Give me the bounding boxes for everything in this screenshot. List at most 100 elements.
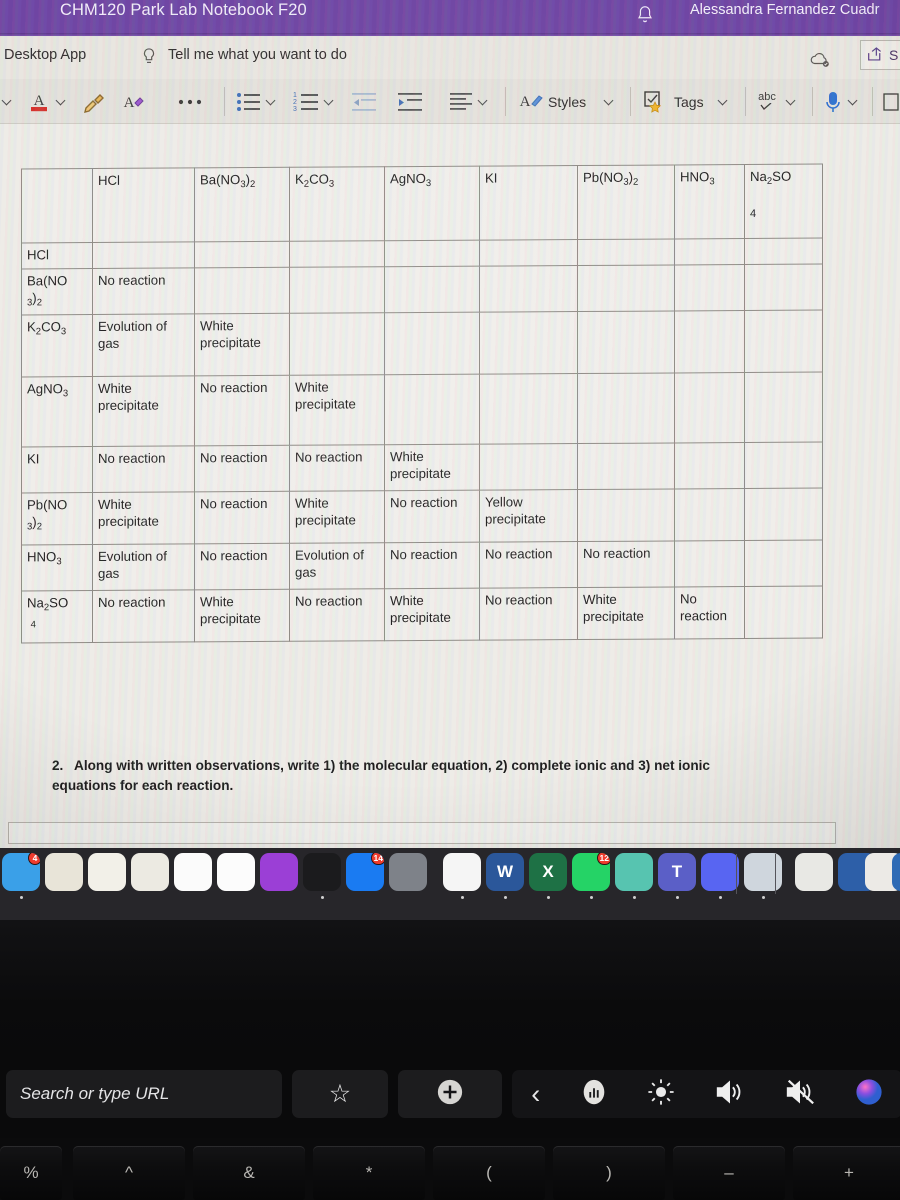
table-cell-empty[interactable] (674, 540, 745, 587)
font-size-dropdown-chevron[interactable] (2, 79, 13, 124)
table-cell-observation[interactable]: White precipitate (92, 375, 195, 447)
touchbar-url-field[interactable]: Search or type URL (6, 1070, 282, 1118)
numbered-list-chevron[interactable] (324, 79, 335, 124)
share-button[interactable]: S (860, 40, 900, 70)
table-cell-observation[interactable]: No reaction (92, 267, 195, 315)
more-commands-button[interactable] (175, 79, 205, 124)
keyboard-key[interactable]: ^ (73, 1146, 185, 1200)
format-painter-icon[interactable] (82, 79, 106, 124)
table-cell-observation[interactable]: No reaction (92, 589, 195, 643)
table-cell-observation[interactable]: No reaction (674, 586, 745, 639)
dock-item-keynote-document[interactable] (45, 853, 83, 891)
table-cell-empty[interactable] (744, 586, 823, 639)
table-cell-observation[interactable]: Evolution of gas (92, 313, 195, 377)
table-cell-observation[interactable]: Yellow precipitate (479, 489, 578, 543)
touchbar-control-strip[interactable]: ‹ (512, 1070, 900, 1118)
table-cell-empty[interactable] (744, 310, 823, 373)
dock-item-chrome[interactable] (443, 853, 481, 891)
dock-item-keynote[interactable] (131, 853, 169, 891)
table-cell-empty[interactable] (744, 442, 823, 489)
table-cell-empty[interactable] (384, 374, 480, 445)
table-cell-observation[interactable]: White precipitate (384, 588, 480, 641)
table-cell-empty[interactable] (479, 311, 578, 375)
table-cell-observation[interactable]: No reaction (194, 445, 290, 492)
abc-spellcheck-icon[interactable]: abc (758, 79, 776, 124)
table-cell-empty[interactable] (674, 310, 745, 373)
bullet-list-chevron[interactable] (266, 79, 277, 124)
user-account-name[interactable]: Alessandra Fernandez Cuadr (690, 2, 879, 18)
table-cell-empty[interactable] (577, 238, 675, 266)
font-color-button[interactable]: A (28, 79, 50, 124)
table-cell-observation[interactable]: No reaction (194, 543, 290, 590)
speaker-on-icon[interactable] (714, 1077, 746, 1112)
dock-item-apple-tv[interactable] (303, 853, 341, 891)
keyboard-key[interactable]: ) (553, 1146, 665, 1200)
chevron-left-icon[interactable]: ‹ (531, 1079, 540, 1110)
clear-formatting-icon[interactable]: A (120, 79, 146, 124)
spelling-chevron[interactable] (786, 79, 797, 124)
increase-indent-icon[interactable] (398, 79, 424, 124)
align-chevron[interactable] (478, 79, 489, 124)
table-cell-observation[interactable]: White precipitate (289, 374, 385, 446)
table-cell-empty[interactable] (744, 238, 823, 265)
keyboard-key[interactable]: – (673, 1146, 785, 1200)
table-cell-empty[interactable] (479, 265, 578, 313)
microphone-icon[interactable] (824, 79, 842, 124)
tags-chevron[interactable] (718, 79, 729, 124)
table-cell-empty[interactable] (674, 488, 745, 541)
dock-item-microsoft-teams[interactable]: T (658, 853, 696, 891)
table-cell-empty[interactable] (384, 312, 480, 375)
dock-item-discord[interactable] (701, 853, 739, 891)
table-cell-observation[interactable]: White precipitate (384, 444, 480, 491)
table-cell-empty[interactable] (479, 239, 578, 267)
table-cell-empty[interactable] (744, 488, 823, 541)
siri-waveform-icon[interactable] (579, 1077, 609, 1112)
table-cell-empty[interactable] (194, 241, 290, 268)
table-cell-empty[interactable] (577, 310, 675, 374)
table-cell-empty[interactable] (744, 540, 823, 587)
styles-chevron[interactable] (604, 79, 615, 124)
table-cell-observation[interactable]: No reaction (194, 491, 290, 544)
dock-item-numbers[interactable] (88, 853, 126, 891)
table-cell-empty[interactable] (194, 267, 290, 314)
table-cell-empty[interactable] (384, 240, 480, 267)
reaction-matrix-table[interactable]: HCl Ba(NO3)2 K2CO3 AgNO3 KI Pb(NO3)2 HNO3 Na2SO… (21, 163, 823, 644)
table-cell-empty[interactable] (577, 442, 675, 490)
table-cell-observation[interactable]: No reaction (479, 587, 578, 641)
bulleted-list-icon[interactable] (236, 79, 262, 124)
table-cell-observation[interactable]: No reaction (577, 540, 675, 588)
table-cell-empty[interactable] (479, 443, 578, 491)
table-cell-observation[interactable]: Evolution of gas (92, 543, 195, 591)
desktop-app-link[interactable]: Desktop App (4, 47, 86, 63)
keyboard-key[interactable]: + (793, 1146, 900, 1200)
brightness-icon[interactable] (647, 1078, 675, 1111)
dock-item-photos-stack[interactable] (744, 853, 782, 891)
table-cell-empty[interactable] (674, 238, 745, 265)
decrease-indent-icon[interactable] (352, 79, 378, 124)
dictate-chevron[interactable] (848, 79, 859, 124)
table-cell-empty[interactable] (674, 372, 745, 443)
dock-item-news[interactable] (174, 853, 212, 891)
table-cell-observation[interactable]: White precipitate (194, 589, 290, 642)
table-cell-observation[interactable]: White precipitate (194, 313, 290, 376)
keyboard-key[interactable]: & (193, 1146, 305, 1200)
table-cell-empty[interactable] (289, 240, 385, 268)
note-page-canvas[interactable]: HCl Ba(NO3)2 K2CO3 AgNO3 KI Pb(NO3)2 HNO3 Na2SO… (0, 124, 900, 848)
page-icon[interactable] (882, 79, 900, 124)
table-cell-empty[interactable] (744, 264, 823, 311)
styles-label[interactable]: Styles (548, 79, 586, 124)
bell-icon[interactable] (634, 3, 656, 27)
keyboard-key[interactable]: * (313, 1146, 425, 1200)
font-color-chevron[interactable] (56, 79, 67, 124)
table-cell-observation[interactable]: No reaction (289, 444, 385, 492)
touchbar-bookmark-button[interactable]: ☆ (292, 1070, 388, 1118)
dock-item-word[interactable]: W (486, 853, 524, 891)
table-cell-observation[interactable]: No reaction (479, 541, 578, 589)
table-cell-observation[interactable]: Evolution of gas (289, 542, 385, 590)
touchbar-new-tab-button[interactable] (398, 1070, 502, 1118)
keyboard-key[interactable]: ( (433, 1146, 545, 1200)
align-left-icon[interactable] (450, 79, 474, 124)
table-cell-empty[interactable] (577, 264, 675, 312)
tell-me-input[interactable]: Tell me what you want to do (168, 47, 347, 63)
table-cell-empty[interactable] (384, 266, 480, 313)
